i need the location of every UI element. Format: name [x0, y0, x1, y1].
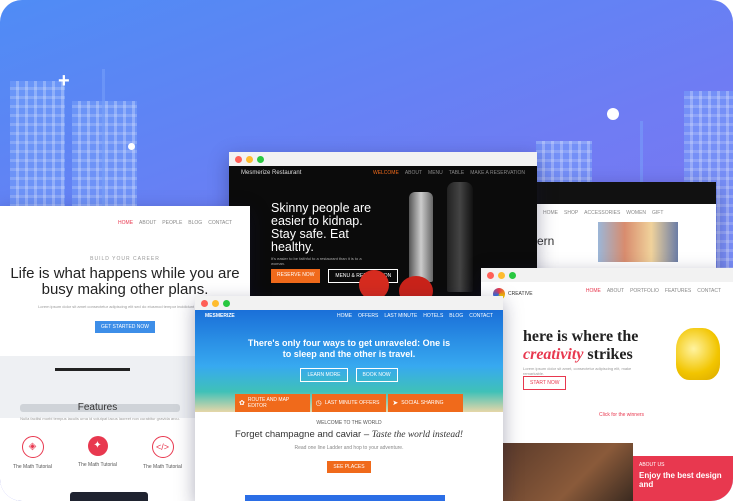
map-icon: ✿ [239, 400, 245, 407]
clothes-image [598, 222, 679, 262]
travel-heading: Forget champagne and caviar – Taste the … [195, 429, 503, 441]
laptop-image [70, 492, 148, 501]
reserve-button[interactable]: RESERVE NOW [271, 269, 321, 283]
book-now-button[interactable]: BOOK NOW [355, 368, 398, 382]
nav-item[interactable]: FEATURES [665, 288, 691, 300]
restaurant-sub: It's easier to be faithful to a restaura… [271, 256, 362, 266]
nav-item[interactable]: HOTELS [423, 313, 443, 319]
feature-label: ROUTE AND MAP EDITOR [247, 397, 290, 409]
nav-item[interactable]: MENU [428, 170, 443, 176]
creative-headline: here is where the [523, 328, 639, 345]
nav-item[interactable]: LAST MINUTE [384, 313, 417, 319]
brand-name: CREATIVE [508, 291, 533, 297]
feature-label: The Math Tutorial [78, 462, 117, 468]
feature-label: SOCIAL SHARING [401, 400, 444, 406]
creative-accent: creativity [523, 346, 584, 363]
restaurant-headline: Skinny people are easier to kidnap. Stay… [271, 201, 372, 254]
nav-item[interactable]: WELCOME [373, 170, 399, 176]
see-places-button[interactable]: SEE PLACES [327, 461, 371, 473]
get-started-button[interactable]: GET STARTED NOW [94, 321, 156, 333]
nav-item[interactable]: MAKE A RESERVATION [470, 170, 525, 176]
pepper-mill-image [409, 192, 433, 282]
browser-bar [195, 296, 503, 310]
career-kicker: BUILD YOUR CAREER [90, 256, 160, 262]
nav-item[interactable]: ABOUT [139, 220, 156, 226]
winners-link[interactable]: Click for the winners [599, 412, 644, 418]
travel-headline: There's only four ways to get unraveled:… [247, 338, 451, 359]
clock-icon: ◷ [315, 400, 322, 407]
laptop-strip [245, 495, 445, 501]
tomato-image [359, 270, 389, 297]
promo-kicker: ABOUT US [639, 462, 665, 468]
nav-item[interactable]: WOMEN [626, 210, 646, 216]
desk-photo [503, 443, 633, 501]
sparkle-icon: + [58, 70, 70, 92]
share-icon: ➤ [392, 400, 399, 407]
travel-heading-italic: Taste the world instead! [371, 430, 463, 440]
welcome-label: WELCOME TO THE WORLD [316, 420, 382, 426]
nav-item[interactable]: HOME [586, 288, 601, 300]
nav-item[interactable]: GIFT [652, 210, 663, 216]
nav-item[interactable]: HOME [337, 313, 352, 319]
nav-item[interactable]: SHOP [564, 210, 578, 216]
feature-label: LAST MINUTE OFFERS [324, 400, 380, 406]
nav-item[interactable]: ABOUT [607, 288, 624, 300]
hero-banner: + HOME SHOP ACCESSORIES WOMEN GIFT ern M… [0, 0, 733, 501]
feature-label: The Math Tutorial [13, 464, 52, 470]
browser-bar [229, 152, 537, 166]
promo-heading: Enjoy the best design and [639, 471, 722, 489]
lightbulb-image [676, 328, 720, 380]
oil-bottle-image [447, 182, 473, 292]
feature-icon: </> [151, 436, 174, 458]
nav-item[interactable]: HOME [118, 220, 133, 226]
nav-item[interactable]: CONTACT [697, 288, 721, 300]
nav-item[interactable]: TABLE [449, 170, 464, 176]
nav-item[interactable]: CONTACT [469, 313, 493, 319]
nav-item[interactable]: ABOUT [405, 170, 422, 176]
feature-strip: ✿ ROUTE AND MAP EDITOR ◷ LAST MINUTE OFF… [235, 394, 464, 412]
travel-template-card[interactable]: MESMERIZE HOME OFFERS LAST MINUTE HOTELS… [195, 296, 503, 501]
feature-icon: ✦ [87, 436, 108, 456]
creative-sub: Lorem ipsum dolor sit amet, consectetur … [523, 366, 632, 376]
brand-name: MESMERIZE [205, 313, 235, 319]
nav-item[interactable]: ACCESSORIES [584, 210, 620, 216]
sparkle-dot [128, 143, 135, 150]
promo-panel: ABOUT US Enjoy the best design and [633, 456, 733, 501]
learn-more-button[interactable]: LEARN MORE [300, 368, 348, 382]
nav-item[interactable]: PORTFOLIO [630, 288, 659, 300]
features-text: Nulla facilisi morbi tempus iaculis urna… [20, 416, 180, 421]
sparkle-dot [607, 108, 619, 120]
glasses-icon [55, 368, 130, 393]
creative-headline-end: strikes [587, 346, 633, 363]
feature-icon: ◈ [21, 436, 44, 458]
shop-nav: HOME SHOP ACCESSORIES WOMEN GIFT [533, 204, 716, 222]
start-now-button[interactable]: START NOW [523, 376, 567, 390]
brand-name: Mesmerize Restaurant [241, 170, 302, 176]
nav-item[interactable]: OFFERS [358, 313, 378, 319]
travel-heading-text: Forget champagne and caviar – [234, 429, 370, 440]
nav-item[interactable]: BLOG [449, 313, 463, 319]
feature-label: The Math Tutorial [143, 464, 182, 470]
shop-template-card[interactable]: HOME SHOP ACCESSORIES WOMEN GIFT ern [533, 182, 716, 282]
nav-item[interactable]: BLOG [188, 220, 202, 226]
travel-sub: Read one line Ladder and hop to your adv… [294, 445, 404, 451]
features-title: Features [77, 402, 118, 413]
nav-item[interactable]: CONTACT [208, 220, 232, 226]
nav-item[interactable]: HOME [543, 210, 558, 216]
browser-bar [481, 268, 733, 282]
nav-item[interactable]: PEOPLE [162, 220, 182, 226]
career-headline: Life is what happens while you are busy … [10, 265, 240, 298]
creative-template-card[interactable]: CREATIVE HOME ABOUT PORTFOLIO FEATURES C… [481, 268, 733, 501]
